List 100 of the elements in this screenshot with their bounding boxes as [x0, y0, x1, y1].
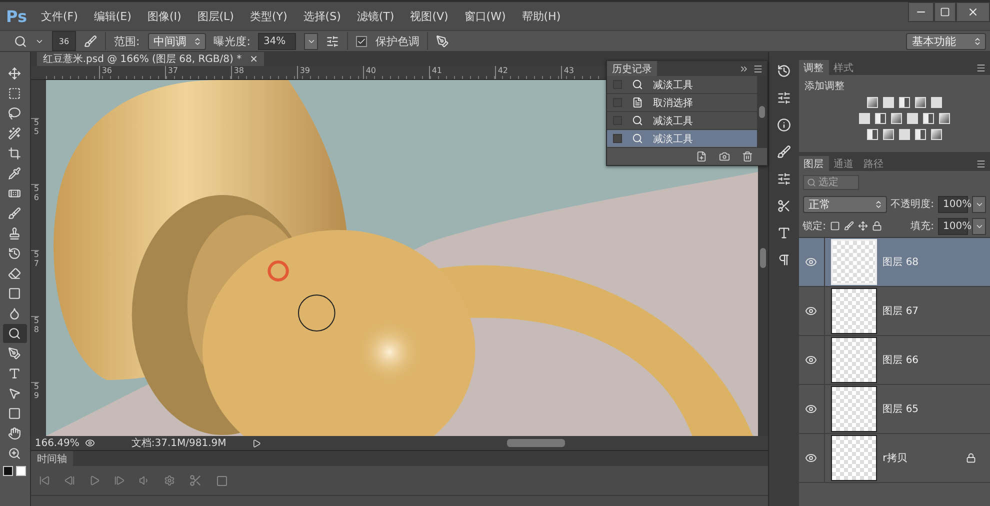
- brush-preset-picker[interactable]: 36: [52, 31, 76, 51]
- panel-tab[interactable]: 样式: [828, 60, 859, 75]
- search-icon: [806, 178, 816, 186]
- eye-icon[interactable]: [805, 256, 818, 268]
- magnifier-icon: [632, 133, 643, 144]
- history-item[interactable]: 减淡工具: [606, 130, 757, 148]
- history-item[interactable]: 取消选择: [606, 94, 757, 112]
- menu-item[interactable]: 滤镜(T): [356, 8, 394, 24]
- adjustment-icon[interactable]: [938, 113, 950, 124]
- updown-icon: [192, 36, 202, 46]
- new-document-icon[interactable]: [696, 151, 707, 162]
- history-item[interactable]: 减淡工具: [606, 112, 757, 130]
- exposure-field[interactable]: 34%: [258, 32, 296, 50]
- adjustment-icon[interactable]: [866, 97, 878, 108]
- magnifier-icon: [632, 115, 643, 126]
- scrollbar-thumb[interactable]: [507, 439, 566, 447]
- opacity-dropdown[interactable]: [972, 196, 986, 212]
- adjustment-icon[interactable]: [898, 129, 910, 140]
- foreground-swatch[interactable]: [3, 466, 14, 476]
- preview-icon: [85, 438, 96, 448]
- scrollbar-thumb[interactable]: [758, 106, 765, 118]
- target-circle-mark: [268, 260, 289, 282]
- menu-icon[interactable]: [976, 158, 986, 168]
- opacity-field[interactable]: 100%: [938, 196, 968, 212]
- adjustment-icon[interactable]: [930, 129, 942, 140]
- lock-paint-icon[interactable]: [844, 221, 854, 231]
- eye-icon[interactable]: [805, 452, 818, 464]
- menu-item[interactable]: 视图(V): [410, 8, 448, 24]
- history-item[interactable]: 减淡工具: [606, 76, 757, 94]
- scissors-icon: [776, 199, 791, 213]
- workspace-select[interactable]: 基本功能: [906, 32, 986, 50]
- eye-icon[interactable]: [805, 305, 818, 317]
- close-tab-button[interactable]: ×: [250, 54, 258, 64]
- protect-tones-checkbox[interactable]: [356, 36, 368, 46]
- document-icon: [632, 97, 643, 108]
- snapshot-checkbox[interactable]: [612, 134, 622, 143]
- eye-icon[interactable]: [805, 354, 818, 366]
- adjustment-icon[interactable]: [914, 129, 926, 140]
- menu-item[interactable]: 图层(L): [197, 8, 234, 24]
- layer-row[interactable]: 图层 65: [798, 385, 990, 434]
- lock-all-icon[interactable]: [872, 221, 882, 231]
- adjustment-icon[interactable]: [882, 129, 894, 140]
- panel-tab[interactable]: 通道: [828, 156, 859, 171]
- background-swatch[interactable]: [16, 466, 26, 476]
- adjustment-icon[interactable]: [914, 97, 926, 108]
- menu-item[interactable]: 图像(I): [147, 8, 182, 24]
- timeline-tab[interactable]: 时间轴: [30, 451, 73, 466]
- panel-tab[interactable]: 路径: [858, 156, 889, 171]
- step-forward-icon[interactable]: [114, 475, 125, 486]
- settings-icon[interactable]: [164, 475, 175, 486]
- range-select[interactable]: 中间调: [148, 32, 206, 50]
- fill-dropdown[interactable]: [972, 218, 986, 234]
- play-icon[interactable]: [252, 438, 262, 448]
- layer-row[interactable]: r拷贝: [798, 434, 990, 483]
- menu-item[interactable]: 窗口(W): [464, 8, 506, 24]
- menu-item[interactable]: 编辑(E): [94, 8, 132, 24]
- adjustment-icon[interactable]: [906, 113, 918, 124]
- layer-row[interactable]: 图层 67: [798, 287, 990, 336]
- adjustment-icon[interactable]: [882, 97, 894, 108]
- eye-icon[interactable]: [805, 403, 818, 415]
- lock-position-icon[interactable]: [858, 221, 868, 231]
- adjustment-icon[interactable]: [898, 97, 910, 108]
- panel-tab[interactable]: 调整: [798, 60, 829, 75]
- adjustment-icon[interactable]: [858, 113, 870, 124]
- menu-icon[interactable]: [976, 62, 986, 72]
- layer-row[interactable]: 图层 68: [798, 238, 990, 287]
- panel-tab[interactable]: 历史记录: [606, 61, 657, 76]
- trash-icon[interactable]: [742, 151, 753, 162]
- layer-row[interactable]: 图层 66: [798, 336, 990, 385]
- menu-item[interactable]: 类型(Y): [250, 8, 288, 24]
- speaker-icon[interactable]: [138, 475, 150, 486]
- adjustment-icon[interactable]: [922, 113, 934, 124]
- pen-icon: [8, 347, 22, 360]
- scrollbar-thumb[interactable]: [760, 248, 766, 268]
- adjustment-icon[interactable]: [890, 113, 902, 124]
- menu-item[interactable]: 文件(F): [40, 8, 78, 24]
- updown-icon: [874, 200, 883, 208]
- adjustment-icon[interactable]: [930, 97, 942, 108]
- magnifier-icon[interactable]: [14, 34, 27, 48]
- panel-tab[interactable]: 图层: [798, 156, 829, 171]
- adjustment-icon[interactable]: [874, 113, 886, 124]
- menu-icon[interactable]: [752, 64, 763, 74]
- brush-panel-icon[interactable]: [84, 34, 97, 48]
- step-back-icon[interactable]: [64, 475, 75, 486]
- close-button[interactable]: [956, 2, 990, 22]
- menu-item[interactable]: 选择(S): [303, 8, 341, 24]
- eraser-icon: [8, 267, 22, 280]
- lasso-icon: [8, 107, 22, 120]
- fill-field[interactable]: 100%: [938, 218, 968, 234]
- camera-icon[interactable]: [718, 151, 730, 162]
- skip-back-icon[interactable]: [38, 475, 50, 486]
- blend-mode-select[interactable]: 正常: [802, 196, 887, 212]
- document-tab[interactable]: 红豆薏米.psd @ 166% (图层 68, RGB/8) * ×: [36, 52, 264, 66]
- scissors-icon[interactable]: [188, 474, 202, 487]
- maximize-button[interactable]: [934, 2, 956, 22]
- collapse-icon[interactable]: [738, 64, 749, 74]
- tool-button[interactable]: [2, 324, 27, 343]
- adjustment-icon[interactable]: [866, 129, 878, 140]
- exposure-dropdown[interactable]: [304, 32, 318, 50]
- menu-item[interactable]: 帮助(H): [522, 8, 561, 24]
